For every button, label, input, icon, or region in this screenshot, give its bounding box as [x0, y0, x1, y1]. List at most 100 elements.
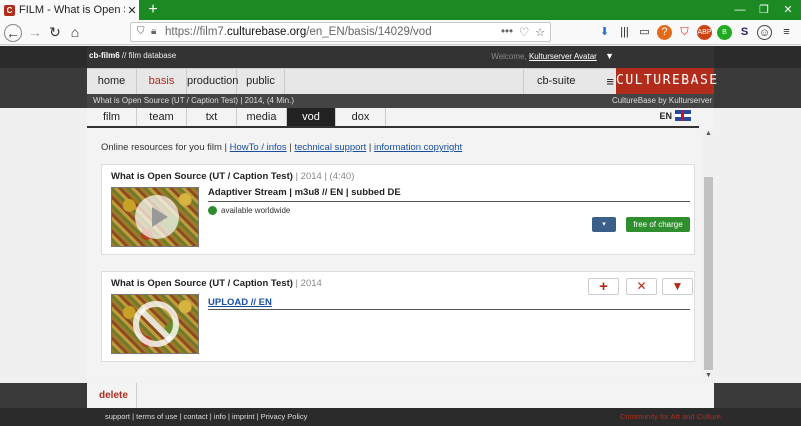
library-icon[interactable]: ||| — [617, 25, 632, 40]
add-button[interactable]: + — [588, 278, 619, 295]
site-bar: cb-film6 // film database Welcome, Kultu… — [87, 46, 714, 68]
upload-link[interactable]: UPLOAD // EN — [208, 297, 272, 308]
scroll-up-icon[interactable]: ▲ — [703, 130, 714, 140]
bookmark-star-icon[interactable]: ☆ — [535, 25, 545, 39]
breadcrumb-credit: CultureBase by Kulturserver — [611, 96, 712, 105]
vod-card: What is Open Source (UT / Caption Test) … — [101, 164, 695, 255]
content-scrollbar[interactable]: ▲ ▼ — [703, 130, 714, 382]
scrollbar-thumb[interactable] — [704, 177, 713, 370]
main-content: film team txt media vod dox EN Online re… — [87, 108, 714, 382]
intro-sep: | — [289, 142, 292, 153]
tab-title: FILM - What is Open Source (U — [19, 4, 125, 16]
tab-dox[interactable]: dox — [336, 108, 386, 126]
window-close-button[interactable]: ✕ — [776, 0, 800, 20]
nav-basis[interactable]: basis — [137, 69, 187, 94]
scroll-down-icon[interactable]: ▼ — [703, 372, 714, 382]
browser-tab[interactable]: C FILM - What is Open Source (U ✕ — [0, 0, 139, 20]
intro-text: Online resources for you film | HowTo / … — [101, 142, 462, 153]
language-switch[interactable]: EN — [659, 110, 691, 121]
shield-icon[interactable]: ⛉ — [137, 26, 145, 37]
available-status-icon — [208, 206, 217, 215]
sync-icon[interactable]: B — [717, 25, 732, 40]
cb-suite-label: cb-suite — [537, 75, 576, 87]
page-actions-icon[interactable]: ••• — [501, 26, 513, 38]
extension-icon[interactable]: ? — [657, 25, 672, 40]
intro-sep: | — [368, 142, 372, 153]
new-tab-button[interactable]: + — [146, 0, 160, 20]
howto-link[interactable]: HowTo / infos — [230, 142, 287, 153]
tab-vod[interactable]: vod — [287, 108, 336, 126]
url-domain: culturebase.org — [227, 26, 307, 38]
url-path: /en_EN/basis/14029/vod — [306, 26, 432, 38]
address-bar[interactable]: ⛉ 🔒︎ https://film7.culturebase.org/en_EN… — [130, 22, 551, 42]
adblock-icon[interactable]: ABP — [697, 25, 712, 40]
footer-tagline: Community for Art and Culture — [620, 412, 721, 421]
nav-public[interactable]: public — [237, 69, 285, 94]
card-meta: | 2014 — [292, 278, 322, 289]
user-menu-link[interactable]: Kulturserver Avatar — [529, 52, 597, 61]
minimize-button[interactable]: — — [728, 0, 752, 20]
home-icon[interactable]: ⌂ — [66, 24, 84, 42]
uk-flag-icon — [675, 110, 691, 121]
divider — [208, 309, 690, 310]
forward-icon[interactable]: → — [26, 24, 44, 42]
stream-title: Adaptiver Stream | m3u8 // EN | subbed D… — [208, 187, 401, 198]
tab-close-icon[interactable]: ✕ — [125, 4, 139, 17]
support-link[interactable]: technical support — [294, 142, 366, 153]
account-icon[interactable]: ☺ — [757, 25, 772, 40]
brand-sub: // film database — [119, 51, 177, 60]
availability: available worldwide — [208, 206, 290, 215]
card-meta: | 2014 | (4:40) — [292, 171, 355, 182]
nav-home[interactable]: home — [87, 69, 137, 94]
favicon-icon: C — [4, 4, 15, 16]
cb-suite-menu[interactable]: cb-suite ≡ — [523, 69, 620, 94]
play-icon[interactable] — [135, 195, 179, 239]
reader-icon[interactable]: ▭ — [637, 25, 652, 40]
card-title-text: What is Open Source (UT / Caption Test) — [111, 278, 293, 289]
upload-thumbnail[interactable] — [111, 294, 199, 354]
availability-label: available worldwide — [221, 206, 291, 215]
expand-button[interactable]: ▼ — [662, 278, 693, 295]
back-icon[interactable]: ← — [4, 24, 22, 42]
card-title-text: What is Open Source (UT / Caption Test) — [111, 171, 293, 182]
welcome-label: Welcome, — [491, 52, 527, 61]
copyright-link[interactable]: information copyright — [374, 142, 462, 153]
breadcrumb: What is Open Source (UT / Caption Test) … — [87, 94, 714, 108]
menu-icon[interactable]: ≡ — [779, 25, 794, 40]
maximize-button[interactable]: ❐ — [752, 0, 776, 20]
site-brand: cb-film6 // film database — [89, 51, 176, 60]
download-icon[interactable]: ⬇ — [597, 25, 612, 40]
hamburger-icon[interactable]: ≡ — [606, 69, 614, 94]
browser-tab-bar: C FILM - What is Open Source (U ✕ + — ❐ … — [0, 0, 801, 20]
intro-label: Online resources for you film | — [101, 142, 228, 153]
card-title: What is Open Source (UT / Caption Test) … — [111, 171, 354, 182]
reload-icon[interactable]: ↻ — [46, 24, 64, 42]
card-title: What is Open Source (UT / Caption Test) … — [111, 278, 322, 289]
delete-button[interactable]: delete — [87, 383, 137, 408]
tab-team[interactable]: team — [137, 108, 187, 126]
footer-nav-links[interactable]: support | terms of use | contact | info … — [105, 412, 307, 421]
upload-card: What is Open Source (UT / Caption Test) … — [101, 271, 695, 362]
tab-film[interactable]: film — [87, 108, 137, 126]
remove-button[interactable]: ✕ — [626, 278, 657, 295]
tab-txt[interactable]: txt — [187, 108, 237, 126]
pocket-icon[interactable]: ♡ — [519, 25, 529, 39]
nav-production[interactable]: production — [187, 69, 238, 94]
s-extension-icon[interactable]: S — [737, 25, 752, 40]
user-menu-chevron-icon[interactable]: ▼ — [605, 51, 614, 61]
tab-media[interactable]: media — [237, 108, 287, 126]
options-dropdown-button[interactable]: ▾ — [592, 217, 616, 232]
url-prefix: https://film7. — [165, 26, 227, 38]
url-text: https://film7.culturebase.org/en_EN/basi… — [165, 26, 432, 38]
culturebase-logo[interactable]: CULTUREBASE — [616, 68, 717, 94]
language-label: EN — [659, 110, 672, 121]
unavailable-icon — [133, 301, 179, 347]
video-thumbnail[interactable] — [111, 187, 199, 247]
shield-extension-icon[interactable]: ⛉ — [677, 25, 692, 40]
free-of-charge-button[interactable]: free of charge — [626, 217, 690, 232]
footer-actions: delete — [87, 383, 714, 408]
breadcrumb-title: What is Open Source (UT / Caption Test) … — [93, 96, 294, 105]
brand-name: cb-film6 — [89, 51, 120, 60]
lock-icon: 🔒︎ — [151, 26, 157, 37]
footer-links: support | terms of use | contact | info … — [0, 408, 801, 426]
